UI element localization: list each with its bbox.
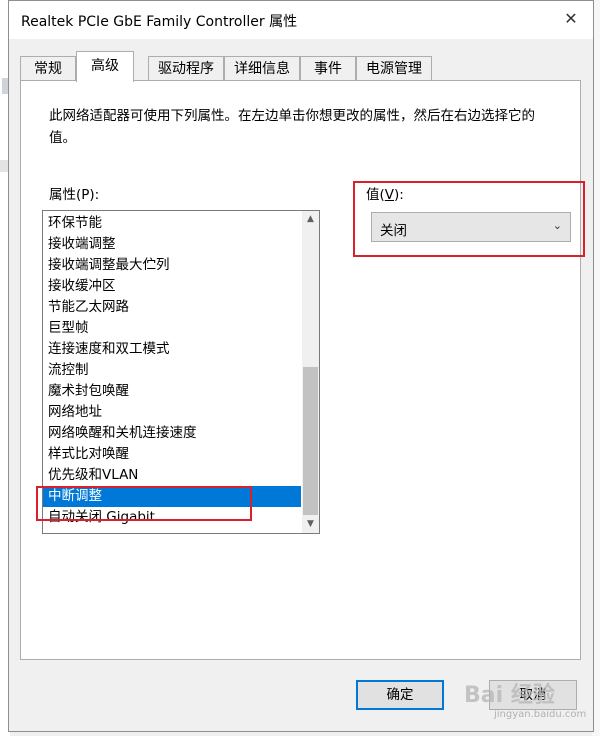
advanced-tab-panel: 此网络适配器可使用下列属性。在左边单击你想更改的属性，然后在右边选择它的值。 属… (20, 80, 585, 660)
window-title: Realtek PCIe GbE Family Controller 属性 (21, 14, 298, 30)
list-item[interactable]: 魔术封包唤醒 (43, 381, 301, 402)
list-item-selected[interactable]: 中断调整 (43, 486, 301, 507)
watermark-logo: Bai 经验 (464, 683, 555, 708)
tab-general[interactable]: 常规 (20, 56, 76, 80)
list-item[interactable]: 网络唤醒和关机连接速度 (43, 423, 301, 444)
list-item[interactable]: 流控制 (43, 360, 301, 381)
close-icon[interactable]: ✕ (559, 7, 583, 31)
list-item[interactable]: 优先级和VLAN (43, 465, 301, 486)
tab-details[interactable]: 详细信息 (224, 56, 300, 80)
ok-button[interactable]: 确定 (356, 680, 444, 710)
list-item[interactable]: 接收端调整 (43, 234, 301, 255)
title-bar: Realtek PCIe GbE Family Controller 属性 ✕ (9, 1, 593, 39)
list-item[interactable]: 样式比对唤醒 (43, 444, 301, 465)
list-item[interactable]: 自动关闭 Gigabit (43, 507, 301, 528)
properties-dialog: Realtek PCIe GbE Family Controller 属性 ✕ … (8, 0, 594, 732)
list-item[interactable]: 接收端调整最大伫列 (43, 255, 301, 276)
property-listbox[interactable]: 环保节能 接收端调整 接收端调整最大伫列 接收缓冲区 节能乙太网路 巨型帧 连接… (42, 210, 320, 534)
tab-events[interactable]: 事件 (300, 56, 356, 80)
watermark-url: jingyan.baidu.com (494, 709, 587, 720)
tab-driver[interactable]: 驱动程序 (148, 56, 224, 80)
description-text: 此网络适配器可使用下列属性。在左边单击你想更改的属性，然后在右边选择它的值。 (49, 108, 535, 146)
property-label: 属性(P): (49, 187, 100, 203)
value-dropdown-text: 关闭 (380, 223, 407, 239)
scroll-up-icon[interactable]: ▲ (302, 211, 319, 228)
value-dropdown[interactable]: 关闭 ⌄ (371, 212, 571, 242)
list-item[interactable]: 接收缓冲区 (43, 276, 301, 297)
scrollbar-thumb[interactable] (303, 367, 318, 515)
list-item[interactable]: 网络地址 (43, 402, 301, 423)
value-label-prefix: 值( (366, 187, 385, 203)
list-item[interactable]: 环保节能 (43, 213, 301, 234)
value-label: 值(V): (366, 183, 404, 203)
chevron-down-icon: ⌄ (552, 219, 562, 232)
scroll-down-icon[interactable]: ▼ (302, 516, 319, 533)
tab-advanced[interactable]: 高级 (76, 51, 134, 82)
list-item[interactable]: 连接速度和双工模式 (43, 339, 301, 360)
list-item[interactable]: 节能乙太网路 (43, 297, 301, 318)
list-item[interactable]: 巨型帧 (43, 318, 301, 339)
value-label-key: V (384, 187, 395, 203)
list-scrollbar[interactable]: ▲ ▼ (302, 211, 319, 533)
tab-power-management[interactable]: 电源管理 (356, 56, 432, 80)
value-label-suffix: ): (394, 187, 404, 203)
